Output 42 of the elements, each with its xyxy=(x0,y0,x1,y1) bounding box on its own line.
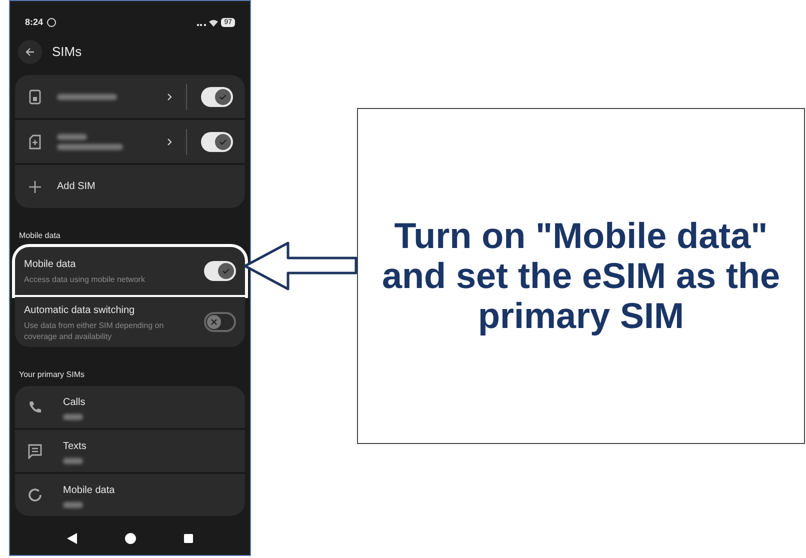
plus-icon xyxy=(27,178,43,194)
add-sim-row[interactable]: Add SIM xyxy=(15,165,245,208)
section-heading: Your primary SIMs xyxy=(18,369,86,381)
back-nav-icon[interactable] xyxy=(67,533,77,544)
check-icon xyxy=(215,88,231,104)
blurred-text xyxy=(57,94,117,100)
back-button[interactable] xyxy=(18,40,42,64)
phone-icon xyxy=(27,399,43,415)
toggle-switch[interactable] xyxy=(204,312,236,332)
close-icon xyxy=(207,315,221,329)
primary-sim-row[interactable]: Mobile data xyxy=(15,474,245,516)
back-arrow-icon xyxy=(25,47,35,57)
check-icon xyxy=(218,263,234,279)
wifi-icon xyxy=(209,18,218,26)
blurred-text xyxy=(63,414,83,420)
circle-icon xyxy=(27,487,43,503)
chevron-icon xyxy=(167,138,172,146)
section-heading: Mobile data xyxy=(18,230,62,242)
toggle-switch[interactable] xyxy=(201,86,233,106)
blurred-text xyxy=(57,144,123,150)
blurred-text xyxy=(57,134,87,140)
sim-row[interactable] xyxy=(15,75,245,118)
sim-card-plus-icon xyxy=(27,134,43,150)
chevron-icon xyxy=(167,92,172,100)
status-time: 8:24 xyxy=(25,16,44,29)
message-icon xyxy=(27,443,43,459)
page-title: SIMs xyxy=(52,43,82,62)
chat-app-icon xyxy=(47,18,56,27)
setting-row[interactable]: Automatic data switching Use data from either SIM depending on coverage and availability xyxy=(15,297,245,347)
toggle-switch[interactable] xyxy=(201,132,233,152)
sim-card-icon xyxy=(27,88,43,104)
setting-row[interactable]: Mobile data Access data using mobile network xyxy=(15,247,245,295)
arrow-icon xyxy=(243,240,357,292)
sim-row[interactable] xyxy=(15,120,245,163)
callout-text: Turn on "Mobile data" and set the eSIM as the primary SIM xyxy=(380,216,782,336)
blurred-text xyxy=(63,502,83,508)
blurred-text xyxy=(63,458,83,464)
primary-sim-row[interactable]: Texts xyxy=(15,430,245,472)
home-nav-icon[interactable] xyxy=(125,533,136,544)
toggle-switch[interactable] xyxy=(204,261,236,281)
primary-sim-row[interactable]: Calls xyxy=(15,386,245,428)
check-icon xyxy=(215,134,231,150)
